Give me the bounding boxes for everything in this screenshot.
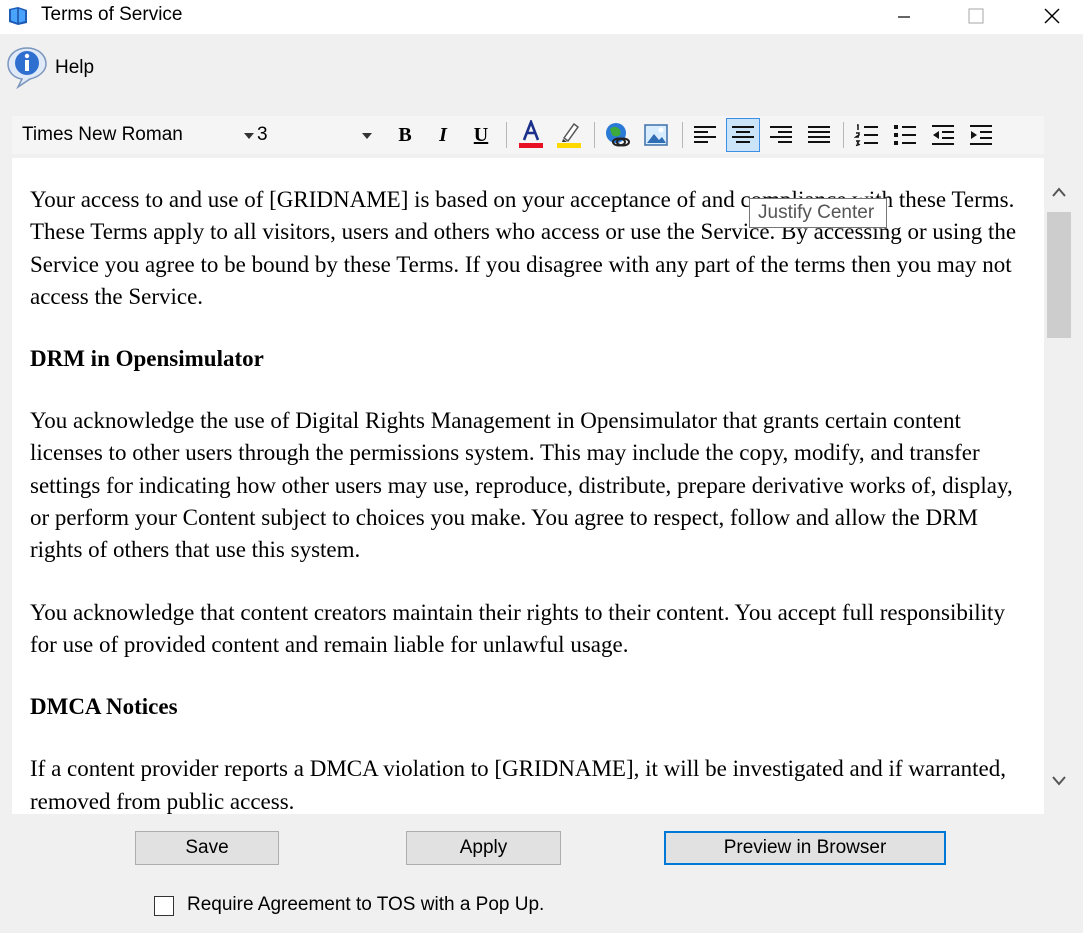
book-icon [6,4,30,28]
chevron-down-icon [244,133,254,139]
outdent-icon [932,125,954,145]
globe-link-icon [606,123,630,147]
justify-full-button[interactable] [802,118,836,152]
scroll-up-button[interactable] [1046,178,1072,206]
scroll-down-button[interactable] [1046,766,1072,794]
formatting-toolbar: Times New Roman 3 B I U [12,116,1044,154]
toolbar-divider [682,122,683,148]
toolbar-divider [843,122,844,148]
underline-button[interactable]: U [464,118,498,152]
drm-paragraph-2: You acknowledge that content creators ma… [30,599,1005,657]
dmca-paragraph-1: If a content provider reports a DMCA vio… [30,756,1006,814]
title-bar: Terms of Service [0,0,1083,34]
highlighter-icon [557,122,581,148]
apply-button[interactable]: Apply [406,831,561,865]
info-icon[interactable] [4,44,50,90]
minimize-button[interactable] [874,0,934,32]
close-button[interactable] [1022,0,1082,32]
align-center-icon [732,126,754,143]
numbered-list-button[interactable] [850,118,884,152]
help-menu[interactable]: Help [55,57,94,79]
chevron-down-icon [362,133,372,139]
vertical-scrollbar[interactable] [1046,170,1072,800]
toolbar-divider [506,122,507,148]
bold-icon: B [398,123,412,146]
align-right-icon [770,126,792,143]
toolbar-divider [594,122,595,148]
justify-left-button[interactable] [688,118,722,152]
insert-link-button[interactable] [601,118,635,152]
require-agreement-label[interactable]: Require Agreement to TOS with a Pop Up. [187,894,544,916]
italic-icon: I [439,123,447,146]
preview-in-browser-button[interactable]: Preview in Browser [664,831,946,865]
require-agreement-checkbox[interactable] [154,896,174,916]
menu-bar: Help [0,40,1083,96]
image-icon [644,124,668,146]
chevron-down-icon [1052,776,1066,786]
insert-image-button[interactable] [639,118,673,152]
outdent-button[interactable] [926,118,960,152]
font-size-value: 3 [257,124,268,145]
maximize-button[interactable] [946,0,1006,32]
numbered-list-icon [854,124,878,147]
bold-button[interactable]: B [388,118,422,152]
save-button[interactable]: Save [135,831,279,865]
font-size-select[interactable]: 3 [254,120,378,150]
align-justify-icon [808,126,830,143]
justify-right-button[interactable] [764,118,798,152]
font-color-button[interactable] [514,118,548,152]
window-title: Terms of Service [41,4,183,25]
scrollbar-thumb[interactable] [1047,212,1071,338]
chevron-up-icon [1052,187,1066,197]
underline-icon: U [473,123,489,146]
font-family-select[interactable]: Times New Roman [16,120,260,150]
heading-drm: DRM in Opensimulator [30,346,264,372]
indent-button[interactable] [964,118,998,152]
heading-dmca: DMCA Notices [30,694,178,720]
italic-button[interactable]: I [426,118,460,152]
document-body: Your access to and use of [GRIDNAME] is … [30,184,1030,814]
bulleted-list-icon [894,125,916,145]
tooltip: Justify Center [749,198,887,228]
font-family-value: Times New Roman [22,124,183,145]
align-left-icon [694,126,716,143]
font-color-icon [519,120,543,148]
rich-text-editor[interactable]: Your access to and use of [GRIDNAME] is … [12,158,1044,814]
drm-paragraph-1: You acknowledge the use of Digital Right… [30,408,1013,563]
bulleted-list-button[interactable] [888,118,922,152]
indent-icon [970,125,992,145]
justify-center-button[interactable] [726,118,760,152]
highlight-color-button[interactable] [552,118,586,152]
